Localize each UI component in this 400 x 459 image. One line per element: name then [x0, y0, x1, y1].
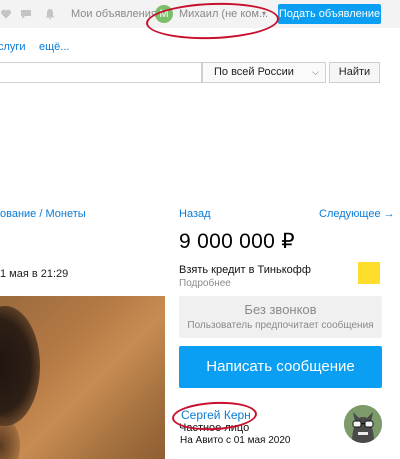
notifications-bell-icon[interactable] [44, 8, 56, 20]
credit-more-link[interactable]: Подробнее [179, 278, 231, 289]
top-bar: Мои объявления М Михаил (не ком... ▾ Под… [0, 0, 400, 28]
listing-date: 1 мая в 21:29 [0, 268, 69, 280]
cat-avatar-icon [344, 405, 382, 443]
seller-avatar[interactable] [344, 405, 382, 443]
credit-offer-text[interactable]: Взять кредит в Тинькофф [179, 264, 311, 276]
seller-name-link[interactable]: Сергей Керн [181, 408, 251, 422]
chevron-down-icon: ⌵ [312, 67, 319, 77]
photo-shadow [0, 416, 20, 459]
region-select[interactable]: По всей России ⌵ [202, 62, 326, 83]
nav-more-link[interactable]: ещё... [39, 41, 69, 53]
user-avatar[interactable]: М [155, 5, 173, 23]
seller-type: Частное лицо [179, 422, 250, 434]
region-select-label: По всей России [214, 66, 294, 78]
messages-bubble-icon[interactable] [20, 8, 32, 20]
search-input[interactable] [0, 62, 202, 83]
post-ad-button[interactable]: Подать объявление [278, 4, 381, 24]
chevron-down-icon[interactable]: ▾ [262, 9, 266, 18]
nav-services-link[interactable]: слуги [0, 41, 26, 53]
listing-photo[interactable] [0, 296, 165, 459]
find-button[interactable]: Найти [329, 62, 380, 83]
favorites-heart-icon[interactable] [0, 8, 12, 20]
seller-since: На Авито с 01 мая 2020 [180, 435, 291, 446]
photo-shadow [0, 306, 40, 426]
next-listing-link[interactable]: Следующее → [319, 208, 395, 220]
tinkoff-logo [358, 262, 380, 284]
listing-price: 9 000 000 ₽ [179, 230, 295, 253]
no-calls-notice: Без звонков Пользователь предпочитает со… [179, 296, 382, 338]
back-link[interactable]: Назад [179, 208, 211, 220]
my-ads-link[interactable]: Мои объявления [71, 8, 157, 20]
no-calls-subtitle: Пользователь предпочитает сообщения [187, 320, 374, 331]
no-calls-title: Без звонков [244, 302, 317, 317]
user-menu-name[interactable]: Михаил (не ком... [179, 8, 268, 20]
write-message-button[interactable]: Написать сообщение [179, 346, 382, 388]
breadcrumb[interactable]: ование / Монеты [0, 208, 86, 220]
